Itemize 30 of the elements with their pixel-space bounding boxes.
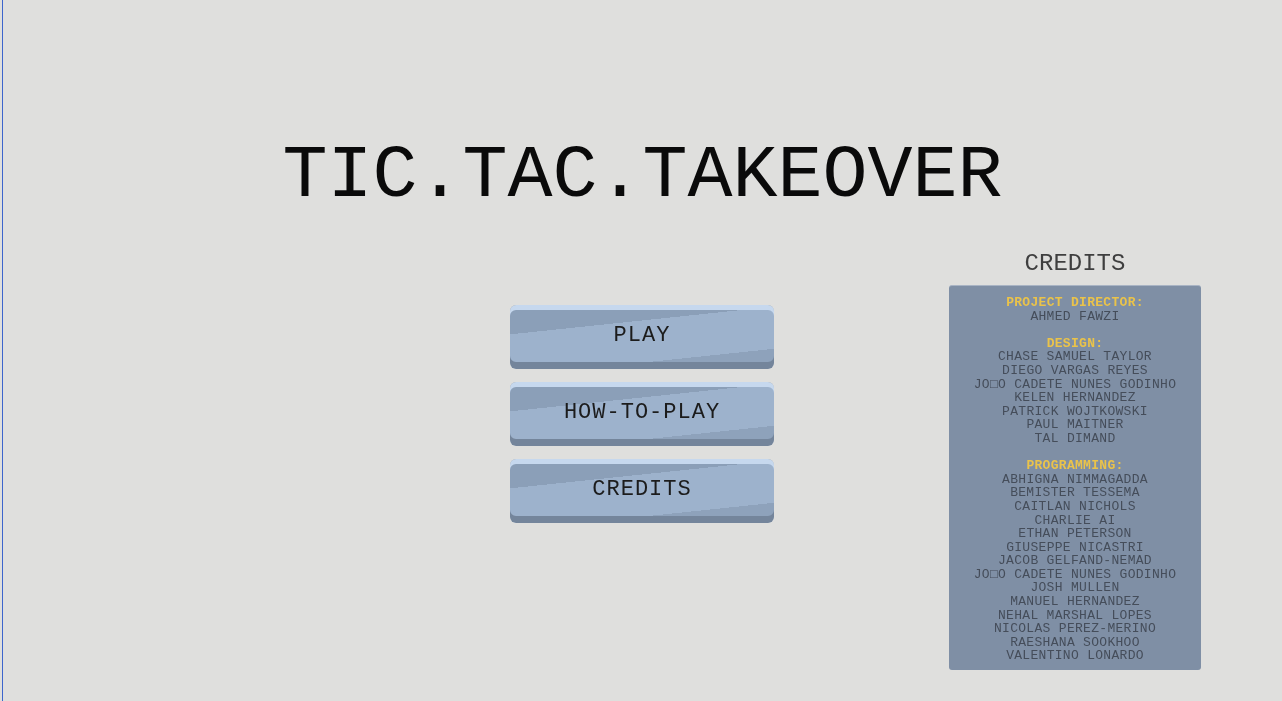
credits-name: NICOLAS PEREZ-MERINO: [993, 622, 1156, 636]
credits-name: BEMISTER TESSEMA: [1010, 486, 1140, 500]
credits-name: CHARLIE AI: [1034, 513, 1116, 528]
credits-name: JACOB GELFAND-NEMAD: [998, 554, 1152, 568]
menu-button[interactable]: HOW-TO-PLAY: [510, 382, 774, 446]
credits-role: PROGRAMMING:: [1026, 459, 1124, 473]
credits-name: JO□O CADETE NUNES GODINHO: [973, 377, 1177, 392]
credits-name: JO□O CADETE NUNES GODINHO: [973, 567, 1177, 582]
credits-name: NEHAL MARSHAL LOPES: [998, 608, 1152, 623]
credits-name: ETHAN PETERSON: [1018, 527, 1132, 541]
menu-button[interactable]: CREDITS: [510, 459, 774, 523]
credits-role: DESIGN:: [1046, 336, 1104, 351]
credits-name: DIEGO VARGAS REYES: [1002, 363, 1148, 378]
game-title: TIC.TAC.TAKEOVER: [281, 139, 1003, 214]
credits-name: PATRICK WOJTKOWSKI: [1002, 404, 1148, 419]
credits-name: VALENTINO LONARDO: [1006, 649, 1144, 664]
credits-role: PROJECT DIRECTOR:: [1006, 296, 1144, 310]
credits-name: ABHIGNA NIMMAGADDA: [1002, 472, 1148, 487]
credits-name: JOSH MULLEN: [1030, 581, 1120, 596]
credits-name: RAESHANA SOOKHOO: [1010, 635, 1140, 650]
credits-name: TAL DIMAND: [1034, 431, 1116, 446]
credits-name: CAITLAN NICHOLS: [1014, 499, 1136, 514]
credits-name: CHASE SAMUEL TAYLOR: [998, 350, 1152, 364]
credits-name: PAUL MAITNER: [1026, 418, 1124, 432]
credits-name: AHMED FAWZI: [1030, 309, 1120, 324]
menu-button[interactable]: PLAY: [510, 305, 774, 369]
credits-name: MANUEL HERNANDEZ: [1010, 595, 1140, 609]
credits-heading: CREDITS: [1023, 250, 1127, 278]
credits-name: GIUSEPPE NICASTRI: [1006, 540, 1144, 555]
credits-name: KELEN HERNANDEZ: [1014, 391, 1136, 405]
